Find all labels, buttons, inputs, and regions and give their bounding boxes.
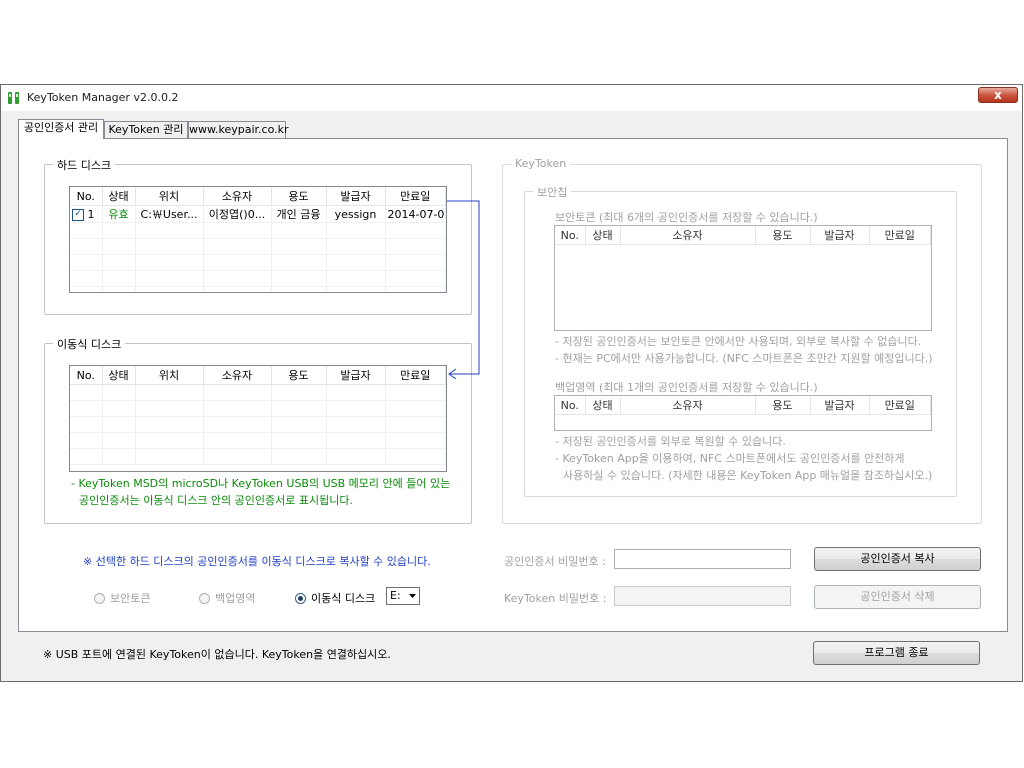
app-window: KeyToken Manager v2.0.0.2 x 공인인증서 관리 Key… (0, 84, 1023, 682)
window-title: KeyToken Manager v2.0.0.2 (27, 91, 179, 104)
radio-backup-area[interactable] (199, 593, 210, 604)
location-cell: C:￦User... (135, 205, 204, 223)
column-header[interactable]: 발급자 (326, 187, 386, 206)
backup-area-list[interactable]: No. 상태 소유자 용도 발급자 만료일 (554, 395, 932, 431)
radio-security-token-label: 보안토큰 (110, 592, 151, 605)
column-header[interactable]: 만료일 (869, 226, 931, 245)
usage-cell: 개인 금융 (271, 205, 327, 223)
status-cell: 유효 (102, 205, 136, 223)
column-header[interactable]: No. (555, 226, 586, 245)
radio-backup-area-label: 백업영역 (215, 592, 256, 605)
column-header[interactable]: 위치 (135, 366, 204, 385)
drive-select-value: E: (390, 589, 401, 602)
column-header[interactable]: 소유자 (203, 366, 272, 385)
backup-note-line1: - 저장된 공인인증서를 외부로 복원할 수 있습니다. (555, 435, 786, 448)
column-header[interactable]: 용도 (755, 396, 811, 415)
column-header[interactable]: 용도 (755, 226, 811, 245)
close-icon: x (994, 88, 1002, 102)
column-header[interactable]: 용도 (271, 366, 327, 385)
backup-note-line2: - KeyToken App을 이용하여, NFC 스마트폰에서도 공인인증서를… (555, 452, 905, 465)
column-header[interactable]: 발급자 (326, 366, 386, 385)
title-bar: KeyToken Manager v2.0.0.2 x (1, 85, 1022, 111)
close-button[interactable]: x (978, 87, 1018, 103)
column-header[interactable]: 위치 (135, 187, 204, 206)
radio-removable-disk[interactable] (295, 593, 306, 604)
column-header[interactable]: 용도 (271, 187, 327, 206)
drive-select[interactable]: E: (386, 587, 420, 605)
column-header[interactable]: 만료일 (385, 366, 446, 385)
status-message: ※ USB 포트에 연결된 KeyToken이 없습니다. KeyToken을 … (43, 648, 391, 661)
keytoken-password-field[interactable] (614, 586, 791, 606)
keytoken-password-label: KeyToken 비밀번호 : (504, 592, 607, 605)
exit-program-button[interactable]: 프로그램 종료 (813, 641, 980, 665)
copy-certificate-button[interactable]: 공인인증서 복사 (814, 547, 981, 571)
table-row[interactable]: ✓ 1 유효 C:￦User... 이정엽()0... 개인 금융 yessig… (70, 205, 446, 223)
token-note-line2: - 현재는 PC에서만 사용가능합니다. (NFC 스마트폰은 조만간 지원할 … (555, 352, 933, 365)
column-header[interactable]: 소유자 (620, 226, 756, 245)
column-header[interactable]: 발급자 (810, 396, 870, 415)
removable-note-line1: - KeyToken MSD의 microSD나 KeyToken USB의 U… (71, 477, 451, 490)
tab-website[interactable]: www.keypair.co.kr (188, 121, 289, 138)
backup-note-line3: 사용하실 수 있습니다. (자세한 내용은 KeyToken App 매뉴얼을 … (563, 469, 933, 482)
tab-certificate-management[interactable]: 공인인증서 관리 (18, 119, 104, 139)
removable-note-line2: 공인인증서는 이동식 디스크 안의 공인인증서로 표시됩니다. (79, 494, 353, 507)
cert-password-field[interactable] (614, 549, 791, 569)
tab-keytoken-management[interactable]: KeyToken 관리 (104, 121, 188, 138)
column-header[interactable]: 상태 (585, 396, 621, 415)
column-header[interactable]: 만료일 (385, 187, 446, 206)
keytoken-label: KeyToken (511, 157, 571, 170)
column-header[interactable]: No. (70, 366, 103, 385)
column-header[interactable]: 상태 (102, 187, 136, 206)
radio-security-token[interactable] (94, 593, 105, 604)
backup-area-label: 백업영역 (최대 1개의 공인인증서를 저장할 수 있습니다.) (555, 381, 818, 394)
column-header[interactable]: 소유자 (620, 396, 756, 415)
copy-hint: ※ 선택한 하드 디스크의 공인인증서를 이동식 디스크로 복사할 수 있습니다… (83, 555, 431, 568)
column-header[interactable]: 만료일 (869, 396, 931, 415)
removable-disk-list[interactable]: No. 상태 위치 소유자 용도 발급자 만료일 (69, 365, 447, 472)
column-header[interactable]: 소유자 (203, 187, 272, 206)
column-header[interactable]: No. (70, 187, 103, 206)
token-area-label: 보안토큰 (최대 6개의 공인인증서를 저장할 수 있습니다.) (555, 211, 818, 224)
radio-removable-disk-label: 이동식 디스크 (311, 592, 376, 605)
owner-cell: 이정엽()0... (203, 205, 272, 223)
row-checkbox[interactable]: ✓ (72, 208, 84, 221)
copy-direction-arrow (447, 200, 480, 379)
issuer-cell: yessign (326, 205, 386, 223)
security-token-list[interactable]: No. 상태 소유자 용도 발급자 만료일 (554, 225, 932, 331)
token-note-line1: - 저장된 공인인증서는 보안토큰 안에서만 사용되며, 외부로 복사할 수 없… (555, 335, 922, 348)
hard-disk-label: 하드 디스크 (53, 157, 116, 173)
removable-disk-label: 이동식 디스크 (53, 336, 126, 352)
keytoken-app-icon (8, 92, 19, 104)
hard-disk-list[interactable]: No. 상태 위치 소유자 용도 발급자 만료일 ✓ 1 유효 C:￦User.… (69, 186, 447, 293)
chevron-down-icon (409, 594, 416, 598)
tab-panel: 하드 디스크 No. 상태 위치 소유자 용도 발급자 만료일 ✓ 1 유효 C… (18, 138, 1008, 632)
expiry-cell: 2014-07-01 (385, 205, 446, 223)
column-header[interactable]: 발급자 (810, 226, 870, 245)
security-chip-label: 보안칩 (533, 184, 572, 200)
column-header[interactable]: 상태 (585, 226, 621, 245)
column-header[interactable]: 상태 (102, 366, 136, 385)
delete-certificate-button[interactable]: 공인인증서 삭제 (814, 585, 981, 609)
cert-password-label: 공인인증서 비밀번호 : (504, 555, 606, 568)
column-header[interactable]: No. (555, 396, 586, 415)
